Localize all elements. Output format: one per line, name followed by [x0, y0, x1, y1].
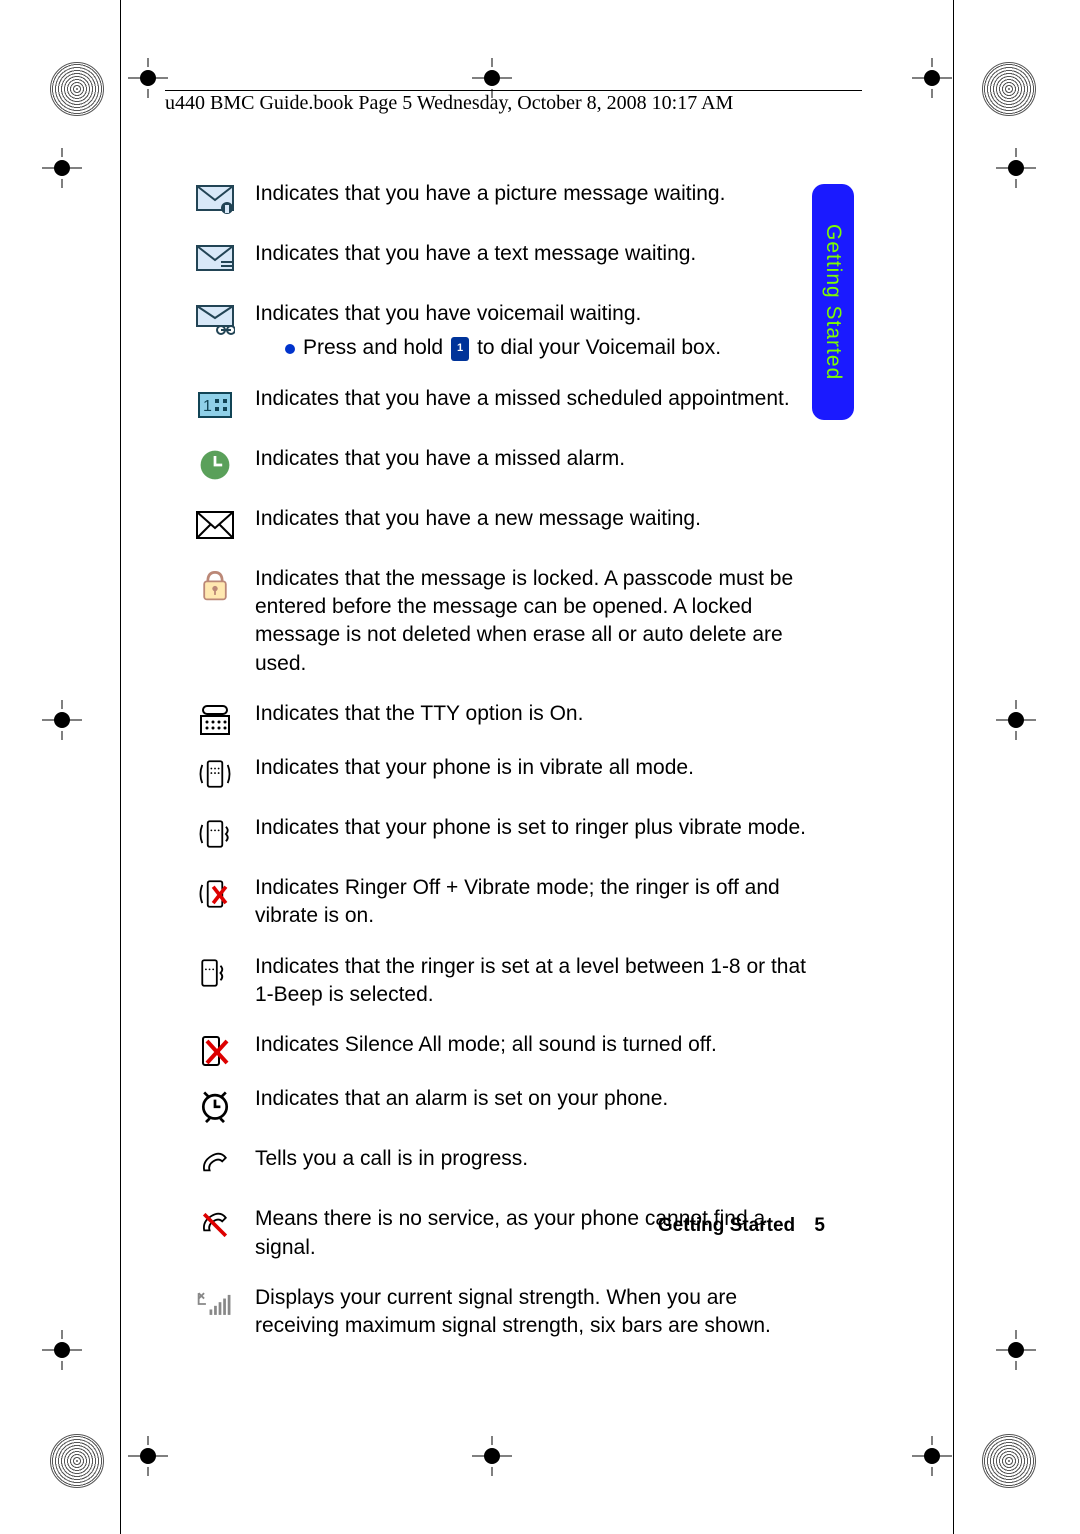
legend-row: Indicates that you have a text message w… — [175, 240, 825, 278]
legend-row: Indicates that your phone is set to ring… — [175, 814, 825, 852]
legend-row: Indicates that your phone is in vibrate … — [175, 754, 825, 792]
crop-mark — [128, 1436, 168, 1476]
text-message-icon — [175, 240, 255, 278]
legend-text: Indicates that an alarm is set on your p… — [255, 1085, 825, 1113]
header-rule — [165, 90, 862, 91]
icon-legend: Indicates that you have a picture messag… — [175, 180, 825, 1363]
call-in-progress-icon — [175, 1145, 255, 1183]
appointment-icon: 1 — [175, 385, 255, 423]
legend-text: Indicates that you have a text message w… — [255, 240, 825, 268]
legend-text: Indicates that you have a missed alarm. — [255, 445, 825, 473]
crop-mark — [912, 1436, 952, 1476]
legend-row: Indicates that you have a missed alarm. — [175, 445, 825, 483]
footer-section: Getting Started — [658, 1215, 795, 1236]
legend-text: Indicates that the message is locked. A … — [255, 565, 825, 678]
picture-message-icon — [175, 180, 255, 218]
legend-row: 1 Indicates that you have a missed sched… — [175, 385, 825, 423]
registration-spiral — [50, 1434, 104, 1488]
legend-row: Tells you a call is in progress. — [175, 1145, 825, 1183]
page: u440 BMC Guide.book Page 5 Wednesday, Oc… — [0, 0, 1080, 1534]
legend-row: Indicates that the ringer is set at a le… — [175, 953, 825, 1010]
tty-icon — [175, 700, 255, 738]
legend-text: Displays your current signal strength. W… — [255, 1284, 825, 1341]
key-1-icon: 1 — [451, 337, 469, 361]
legend-row: Indicates Ringer Off + Vibrate mode; the… — [175, 874, 825, 931]
header-text: u440 BMC Guide.book Page 5 Wednesday, Oc… — [165, 92, 733, 115]
legend-row: Displays your current signal strength. W… — [175, 1284, 825, 1341]
crop-mark — [912, 58, 952, 98]
crop-mark — [996, 700, 1036, 740]
missed-alarm-icon — [175, 445, 255, 483]
locked-message-icon — [175, 565, 255, 603]
page-footer: Getting Started 5 — [175, 1215, 825, 1237]
crop-mark — [472, 1436, 512, 1476]
vertical-guide — [120, 0, 121, 1534]
legend-row: Indicates Silence All mode; all sound is… — [175, 1031, 825, 1069]
crop-mark — [996, 1330, 1036, 1370]
vertical-guide — [953, 0, 954, 1534]
bullet-pre: Press and hold — [303, 334, 443, 362]
legend-row: Indicates that the message is locked. A … — [175, 565, 825, 678]
ringer-level-icon — [175, 953, 255, 991]
legend-text: Indicates that the ringer is set at a le… — [255, 953, 825, 1010]
registration-spiral — [982, 62, 1036, 116]
legend-row: Indicates that an alarm is set on your p… — [175, 1085, 825, 1123]
ringer-vibrate-icon — [175, 814, 255, 852]
registration-spiral — [50, 62, 104, 116]
legend-row: Indicates that the TTY option is On. — [175, 700, 825, 738]
svg-text:1: 1 — [203, 398, 212, 415]
legend-text: Indicates that you have a missed schedul… — [255, 385, 825, 413]
legend-text: Indicates that your phone is in vibrate … — [255, 754, 825, 782]
legend-row: Indicates that you have a new message wa… — [175, 505, 825, 543]
legend-text: Indicates that you have a new message wa… — [255, 505, 825, 533]
legend-row: Indicates that you have a picture messag… — [175, 180, 825, 218]
signal-strength-icon — [175, 1284, 255, 1322]
legend-text: Indicates Ringer Off + Vibrate mode; the… — [255, 874, 825, 931]
legend-text: Indicates that the TTY option is On. — [255, 700, 825, 728]
bullet-post: to dial your Voicemail box. — [477, 334, 721, 362]
footer-page-number: 5 — [814, 1215, 825, 1236]
legend-text: Indicates that your phone is set to ring… — [255, 814, 825, 842]
voicemail-bullet: Press and hold 1 to dial your Voicemail … — [285, 334, 825, 362]
ringer-off-vibrate-icon — [175, 874, 255, 912]
legend-row: Indicates that you have voicemail waitin… — [175, 300, 825, 363]
alarm-set-icon — [175, 1085, 255, 1123]
voicemail-icon — [175, 300, 255, 338]
crop-mark — [128, 58, 168, 98]
registration-spiral — [982, 1434, 1036, 1488]
legend-text: Tells you a call is in progress. — [255, 1145, 825, 1173]
crop-mark — [42, 1330, 82, 1370]
crop-mark — [996, 148, 1036, 188]
voicemail-text: Indicates that you have voicemail waitin… — [255, 302, 641, 325]
legend-text: Indicates that you have voicemail waitin… — [255, 300, 825, 363]
crop-mark — [42, 148, 82, 188]
silence-all-icon — [175, 1031, 255, 1069]
new-message-icon — [175, 505, 255, 543]
legend-text: Indicates that you have a picture messag… — [255, 180, 825, 208]
vibrate-all-icon — [175, 754, 255, 792]
bullet-icon — [285, 344, 295, 354]
crop-mark — [42, 700, 82, 740]
legend-text: Indicates Silence All mode; all sound is… — [255, 1031, 825, 1059]
